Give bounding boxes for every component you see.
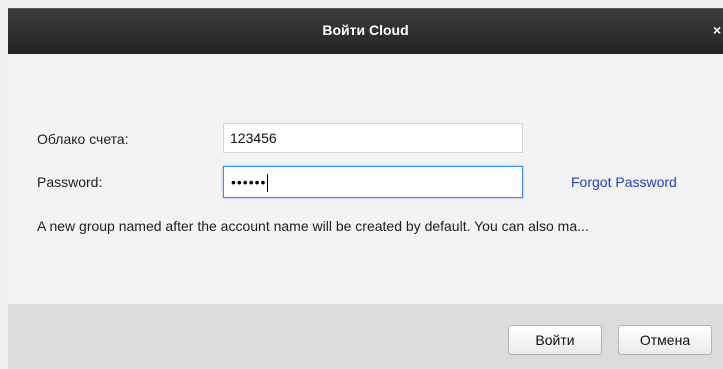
account-label: Облако счета: [37,131,129,147]
close-icon[interactable]: × [713,22,723,38]
account-field[interactable] [223,123,523,153]
text-caret [267,174,269,193]
login-dialog: Войти Cloud × Облако счета: Password: ••… [0,0,723,369]
dialog-footer [8,304,723,369]
info-notice: A new group named after the account name… [37,218,589,234]
login-button[interactable]: Войти [508,325,602,355]
window-title: Войти Cloud [322,22,409,38]
password-field[interactable]: •••••• [223,166,523,198]
titlebar: Войти Cloud × [8,8,723,54]
cancel-button[interactable]: Отмена [618,325,712,355]
forgot-password-link[interactable]: Forgot Password [571,174,677,190]
password-value: •••••• [231,174,267,190]
password-label: Password: [37,174,103,190]
